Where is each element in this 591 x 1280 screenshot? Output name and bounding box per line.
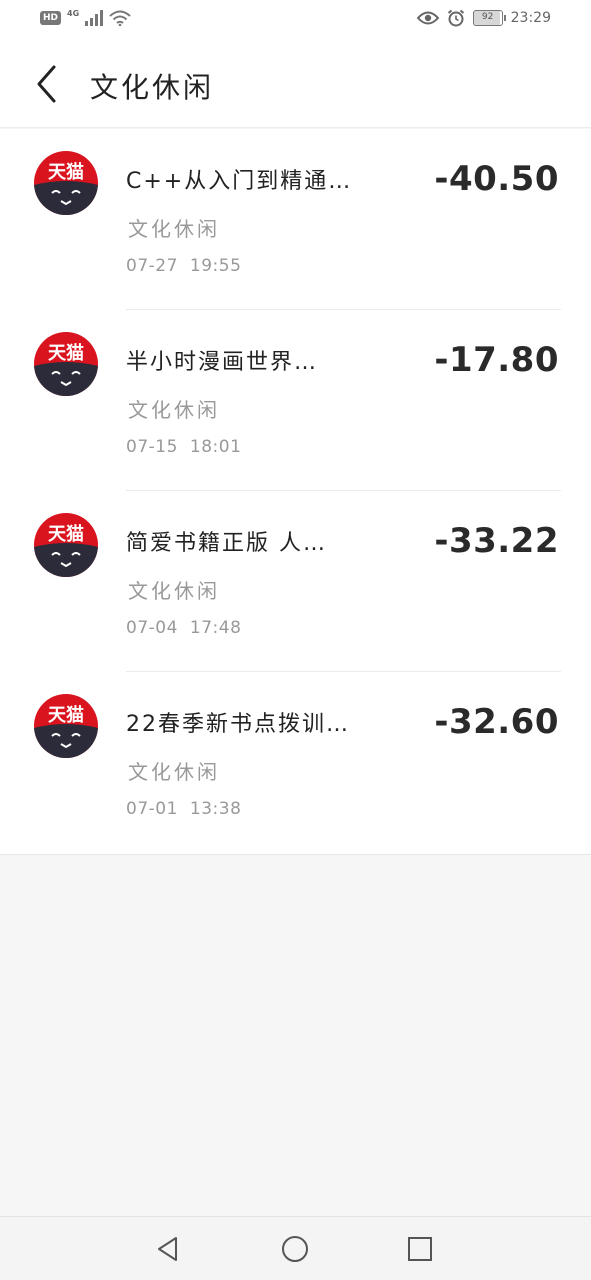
nav-back-button[interactable] [150, 1231, 186, 1267]
eye-icon [416, 11, 439, 25]
tmall-logo: 天猫 [34, 151, 98, 215]
network-type-label: 4G [67, 8, 80, 18]
battery-icon: 92 [472, 10, 506, 26]
status-bar: HD 4G 92 23:29 [0, 0, 591, 40]
nav-recents-button[interactable] [402, 1231, 438, 1267]
status-time: 23:29 [510, 10, 551, 26]
transaction-amount: -17.80 [434, 340, 559, 380]
page-title: 文化休闲 [90, 71, 215, 104]
transaction-time: 17:48 [189, 618, 242, 638]
hd-badge: HD [40, 11, 62, 25]
transaction-datetime: 07-15 18:01 [126, 437, 241, 457]
transaction-list: 天猫 C++从入门到精通… 文化休闲 07-27 19:55 -40.50 天猫 … [0, 129, 591, 855]
transaction-category: 文化休闲 [128, 398, 220, 422]
transaction-datetime: 07-01 13:38 [126, 799, 241, 819]
tmall-logo: 天猫 [34, 332, 98, 396]
transaction-row[interactable]: 天猫 22春季新书点拨训… 文化休闲 07-01 13:38 -32.60 [0, 672, 591, 853]
transaction-category: 文化休闲 [128, 217, 220, 241]
transaction-row[interactable]: 天猫 半小时漫画世界… 文化休闲 07-15 18:01 -17.80 [0, 310, 591, 491]
transaction-amount: -32.60 [434, 702, 559, 742]
transaction-date: 07-27 [126, 256, 178, 276]
app-header: 文化休闲 [0, 40, 591, 128]
transaction-title: C++从入门到精通… [126, 169, 353, 194]
tmall-logo-text: 天猫 [48, 704, 84, 726]
transaction-amount: -40.50 [434, 159, 559, 199]
transaction-date: 07-04 [126, 618, 178, 638]
transaction-time: 13:38 [189, 799, 242, 819]
transaction-title: 22春季新书点拨训… [126, 712, 350, 737]
tmall-logo-text: 天猫 [48, 523, 84, 545]
square-recents-icon [408, 1237, 432, 1261]
transaction-amount: -33.22 [434, 521, 559, 561]
nav-home-button[interactable] [277, 1231, 313, 1267]
system-nav-bar [0, 1216, 591, 1280]
transaction-row[interactable]: 天猫 C++从入门到精通… 文化休闲 07-27 19:55 -40.50 [0, 129, 591, 310]
signal-icon [85, 10, 104, 26]
chevron-left-icon [37, 65, 56, 103]
tmall-logo-text: 天猫 [48, 342, 84, 364]
tmall-logo: 天猫 [34, 694, 98, 758]
transaction-title: 半小时漫画世界… [126, 350, 319, 375]
transaction-category: 文化休闲 [128, 579, 220, 603]
circle-home-icon [282, 1236, 308, 1262]
triangle-back-icon [158, 1237, 177, 1261]
transaction-date: 07-01 [126, 799, 178, 819]
transaction-title: 简爱书籍正版 人… [126, 531, 327, 556]
tmall-logo-text: 天猫 [48, 161, 84, 183]
transaction-time: 18:01 [189, 437, 242, 457]
transaction-date: 07-15 [126, 437, 178, 457]
transaction-row[interactable]: 天猫 简爱书籍正版 人… 文化休闲 07-04 17:48 -33.22 [0, 491, 591, 672]
transaction-datetime: 07-04 17:48 [126, 618, 241, 638]
transaction-time: 19:55 [189, 256, 242, 276]
transaction-category: 文化休闲 [128, 760, 220, 784]
transaction-datetime: 07-27 19:55 [126, 256, 241, 276]
wifi-icon [109, 10, 131, 26]
tmall-logo: 天猫 [34, 513, 98, 577]
battery-level: 92 [481, 12, 494, 22]
back-button[interactable] [26, 62, 66, 106]
alarm-icon [447, 9, 464, 27]
